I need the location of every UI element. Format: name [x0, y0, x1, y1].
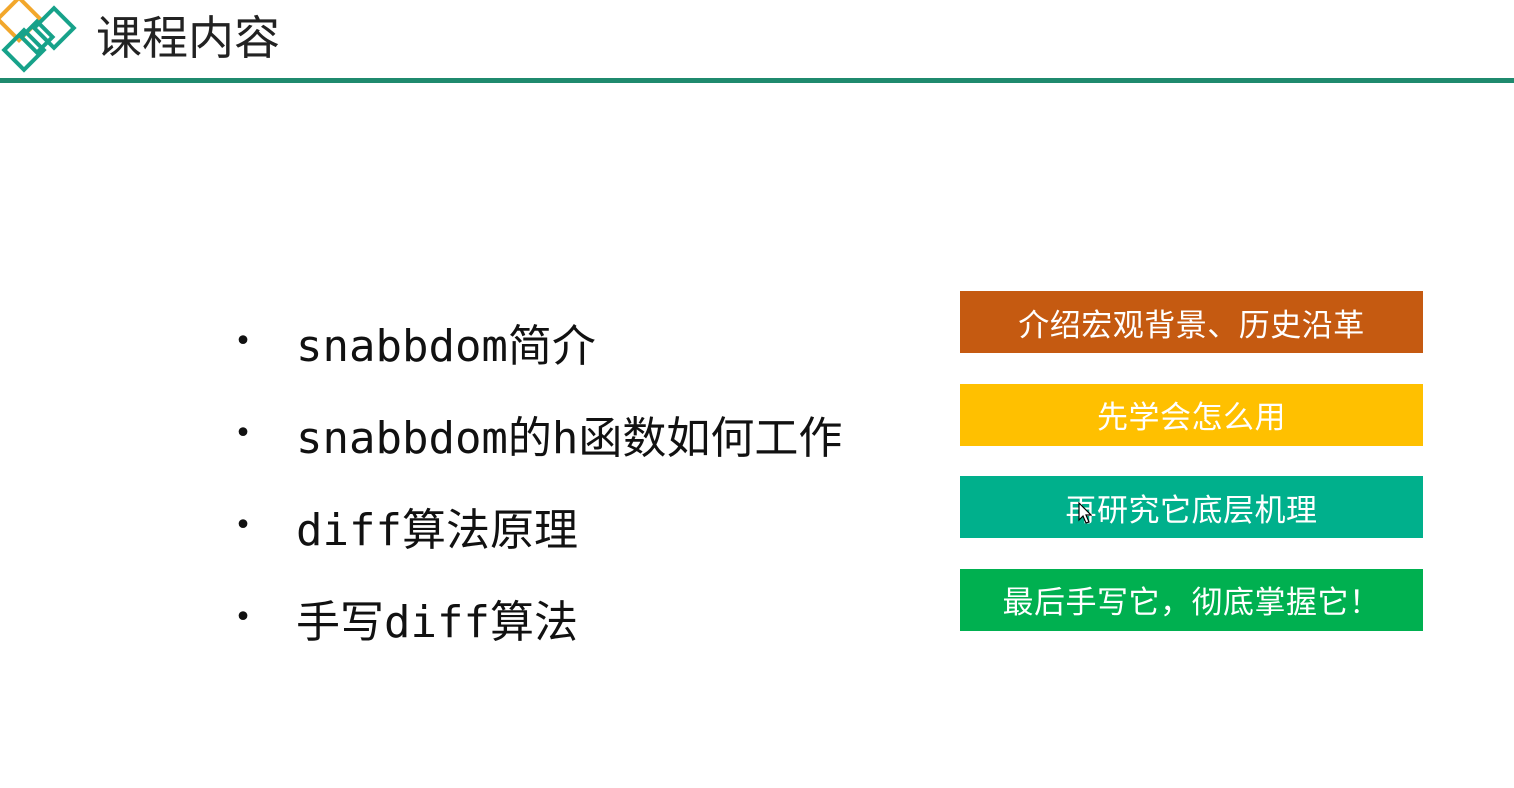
- diamond-logo-icon: [0, 0, 77, 73]
- page-title: 课程内容: [96, 11, 280, 65]
- bullet-list: • snabbdom简介 • snabbdom的h函数如何工作 • diff算法…: [234, 296, 842, 664]
- bullet-item-h-function: • snabbdom的h函数如何工作: [234, 388, 842, 480]
- tag-learn-usage: 先学会怎么用: [960, 383, 1423, 446]
- bullet-marker: •: [234, 600, 253, 635]
- mouse-pointer-icon: [1078, 502, 1092, 524]
- title-divider: [0, 78, 1514, 83]
- bullet-item-snabbdom-intro: • snabbdom简介: [234, 296, 842, 388]
- bullet-text: snabbdom简介: [296, 321, 596, 372]
- bullet-text: 手写diff算法: [296, 597, 578, 648]
- bullet-marker: •: [234, 324, 253, 359]
- bullet-item-diff-principle: • diff算法原理: [234, 480, 842, 572]
- bullet-item-handwrite-diff: • 手写diff算法: [234, 572, 842, 664]
- bullet-marker: •: [234, 416, 253, 451]
- bullet-text: diff算法原理: [296, 505, 578, 556]
- tag-column: 介绍宏观背景、历史沿革 先学会怎么用 再研究它底层机理 最后手写它，彻底掌握它！: [960, 291, 1423, 661]
- tag-handwrite-master: 最后手写它，彻底掌握它！: [960, 568, 1423, 631]
- bullet-marker: •: [234, 508, 253, 543]
- tag-background-history: 介绍宏观背景、历史沿革: [960, 291, 1423, 353]
- bullet-text: snabbdom的h函数如何工作: [296, 413, 843, 464]
- tag-study-internals: 再研究它底层机理: [960, 476, 1423, 538]
- slide: 课程内容 • snabbdom简介 • snabbdom的h函数如何工作 • d…: [0, 0, 1514, 788]
- logo-diamond-green-top: [31, 5, 77, 51]
